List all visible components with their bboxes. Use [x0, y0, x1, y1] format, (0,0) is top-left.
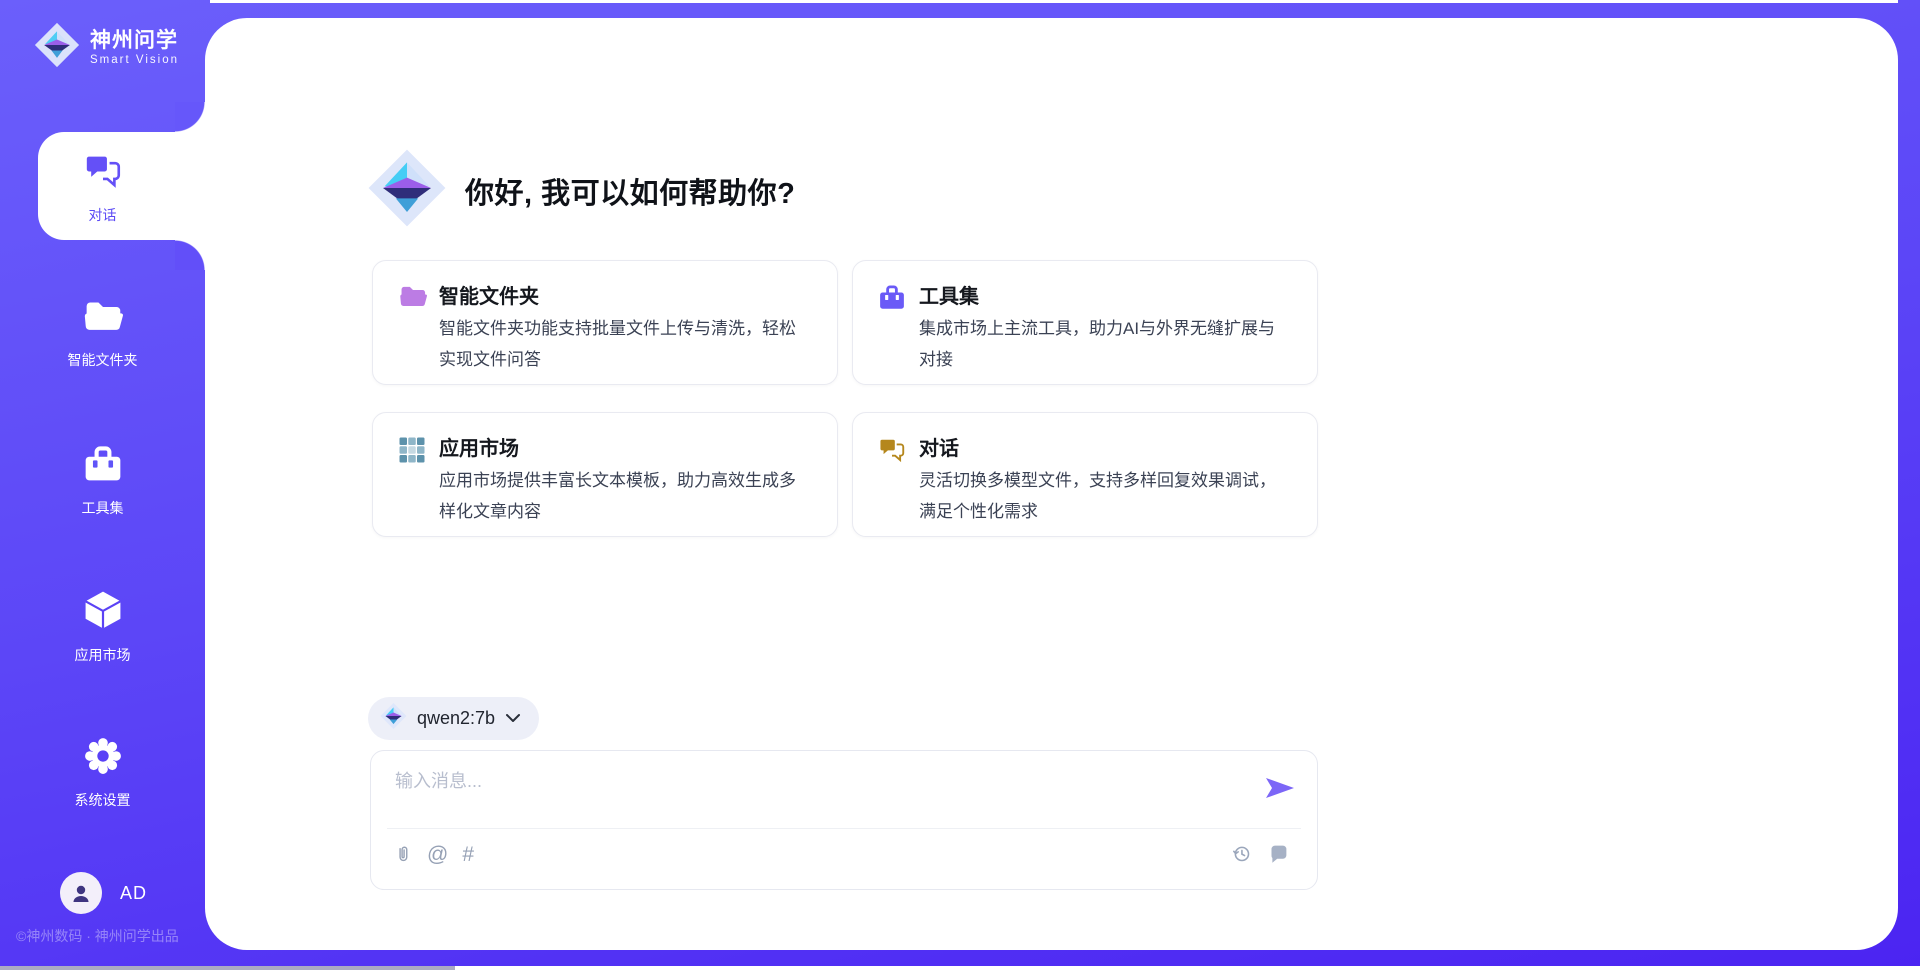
mention-button[interactable]: @: [427, 843, 448, 867]
hashtag-icon: #: [462, 843, 474, 867]
feature-card-app-market[interactable]: 应用市场 应用市场提供丰富长文本模板，助力高效生成多样化文章内容: [372, 412, 838, 537]
sidebar-item-label: 对话: [0, 205, 205, 225]
card-title: 应用市场: [439, 432, 519, 461]
chat-bubble-icon: [1268, 843, 1289, 864]
folder-open-icon: [397, 283, 429, 316]
brand-subtitle: Smart Vision: [90, 53, 179, 67]
sidebar-item-label: 智能文件夹: [0, 350, 205, 370]
feature-card-smart-folder[interactable]: 智能文件夹 智能文件夹功能支持批量文件上传与清洗，轻松实现文件问答: [372, 260, 838, 385]
avatar: [60, 872, 102, 914]
tab-fillet-top: [175, 102, 205, 132]
composer-divider: [387, 828, 1301, 829]
sidebar: 神州问学 Smart Vision 对话: [0, 0, 205, 970]
model-name: qwen2:7b: [417, 708, 495, 729]
sidebar-item-label: 工具集: [0, 498, 205, 518]
gear-icon: [0, 735, 205, 782]
brand-name: 神州问学: [90, 29, 179, 53]
history-button[interactable]: [1231, 843, 1252, 864]
app-window: 神州问学 Smart Vision 对话: [0, 0, 1920, 970]
paperclip-icon: [393, 844, 413, 866]
model-logo-icon: [380, 702, 407, 735]
person-icon: [69, 881, 93, 905]
grid-cube-icon: [397, 435, 427, 470]
message-composer: @ #: [370, 750, 1318, 890]
folder-icon: [0, 297, 205, 342]
composer-tools-left: @ #: [393, 843, 474, 867]
send-icon: [1266, 778, 1294, 798]
card-description: 智能文件夹功能支持批量文件上传与清洗，轻松实现文件问答: [439, 313, 805, 375]
card-title: 智能文件夹: [439, 280, 539, 309]
chat-bubbles-icon: [0, 150, 205, 197]
sidebar-item-label: 系统设置: [0, 790, 205, 810]
greeting-title: 你好, 我可以如何帮助你?: [465, 170, 795, 212]
feature-card-chat[interactable]: 对话 灵活切换多模型文件，支持多样回复效果调试，满足个性化需求: [852, 412, 1318, 537]
greeting-block: 你好, 我可以如何帮助你?: [367, 146, 795, 235]
sidebar-item-smart-folder[interactable]: 智能文件夹: [0, 297, 205, 370]
card-title: 对话: [919, 432, 959, 461]
chevron-down-icon: [505, 710, 521, 728]
sidebar-footer-credit: ©神州数码 · 神州问学出品: [16, 926, 179, 946]
send-button[interactable]: [1265, 777, 1295, 801]
attachment-button[interactable]: [393, 844, 413, 866]
sidebar-item-app-market[interactable]: 应用市场: [0, 588, 205, 665]
brand: 神州问学 Smart Vision: [34, 22, 179, 73]
model-selector[interactable]: qwen2:7b: [368, 697, 539, 740]
tab-fillet-bottom: [175, 240, 205, 270]
sidebar-item-label: 应用市场: [0, 645, 205, 665]
brand-logo-icon: [34, 22, 80, 73]
feature-card-toolset[interactable]: 工具集 集成市场上主流工具，助力AI与外界无缝扩展与对接: [852, 260, 1318, 385]
message-input[interactable]: [393, 765, 1257, 825]
card-description: 灵活切换多模型文件，支持多样回复效果调试，满足个性化需求: [919, 465, 1285, 527]
card-description: 集成市场上主流工具，助力AI与外界无缝扩展与对接: [919, 313, 1285, 375]
top-edge-artifact: [210, 0, 1898, 3]
card-description: 应用市场提供丰富长文本模板，助力高效生成多样化文章内容: [439, 465, 805, 527]
toolbox-icon: [0, 443, 205, 490]
chat-log-button[interactable]: [1268, 843, 1289, 864]
sidebar-item-toolset[interactable]: 工具集: [0, 443, 205, 518]
hashtag-button[interactable]: #: [462, 843, 474, 867]
user-profile[interactable]: AD: [60, 872, 147, 914]
sidebar-item-chat[interactable]: 对话: [0, 150, 205, 225]
composer-tools-right: [1231, 843, 1289, 864]
chat-bubbles-icon: [877, 435, 907, 470]
sidebar-item-system-settings[interactable]: 系统设置: [0, 735, 205, 810]
greeting-logo-icon: [367, 146, 447, 235]
cube-icon: [0, 588, 205, 637]
bottom-edge-artifact-left: [0, 966, 455, 970]
card-title: 工具集: [919, 280, 979, 309]
history-icon: [1231, 843, 1252, 864]
at-icon: @: [427, 843, 448, 867]
toolbox-icon: [877, 283, 907, 317]
user-initials: AD: [120, 883, 147, 904]
